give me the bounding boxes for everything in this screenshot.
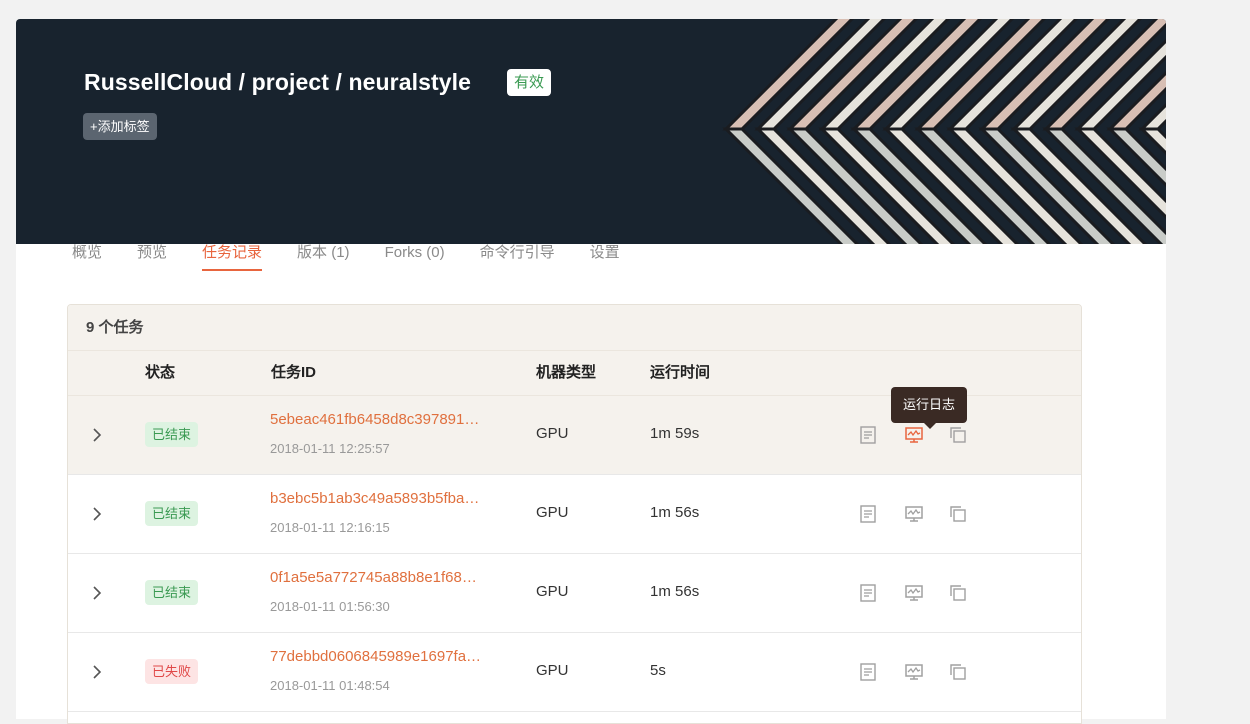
copy-icon[interactable]	[948, 583, 968, 603]
document-icon[interactable]	[858, 504, 878, 524]
monitor-log-icon[interactable]	[904, 425, 924, 445]
monitor-log-icon[interactable]	[904, 583, 924, 603]
document-icon[interactable]	[858, 425, 878, 445]
status-badge: 已失败	[145, 659, 199, 684]
add-tag-button[interactable]: +添加标签	[83, 113, 157, 140]
tab-overview[interactable]: 概览	[72, 243, 102, 271]
tab-task-records[interactable]: 任务记录	[202, 243, 263, 271]
table-row[interactable]: 已失败 77debbd0606845989e1697fa… 2018-01-11…	[68, 633, 1081, 712]
status-badge: 有效	[507, 69, 552, 96]
status-badge: 已结束	[145, 501, 199, 526]
task-id-link[interactable]: 5ebeac461fb6458d8c397891…	[270, 411, 479, 428]
copy-icon[interactable]	[948, 662, 968, 682]
project-header-banner: RussellCloud / project / neuralstyle 有效 …	[16, 19, 1166, 244]
task-timestamp: 2018-01-11 01:48:54	[270, 678, 390, 693]
tab-forks[interactable]: Forks (0)	[385, 243, 445, 271]
task-id-link[interactable]: 0f1a5e5a772745a88b8e1f68…	[270, 569, 477, 586]
column-header-task-id: 任务ID	[271, 364, 317, 381]
monitor-log-icon[interactable]	[904, 662, 924, 682]
monitor-log-icon[interactable]	[904, 504, 924, 524]
run-time: 1m 56s	[650, 504, 700, 521]
task-table-panel: 9 个任务 状态 任务ID 机器类型 运行时间 已结束 5ebeac461fb6…	[67, 304, 1082, 724]
chevron-right-icon[interactable]	[90, 584, 104, 602]
task-timestamp: 2018-01-11 12:16:15	[270, 520, 390, 535]
run-time: 1m 59s	[650, 425, 700, 442]
run-log-tooltip: 运行日志	[891, 387, 967, 429]
architecture-background-image	[722, 19, 1166, 244]
project-title: RussellCloud / project / neuralstyle	[84, 69, 472, 95]
run-time: 5s	[650, 662, 666, 679]
task-count-heading: 9 个任务	[68, 305, 1081, 351]
machine-type: GPU	[536, 583, 569, 600]
run-time: 1m 56s	[650, 583, 700, 600]
project-tabs: 概览 预览 任务记录 版本 (1) Forks (0) 命令行引导 设置	[72, 243, 620, 273]
task-id-link[interactable]: 77debbd0606845989e1697fa…	[270, 648, 481, 665]
task-timestamp: 2018-01-11 12:25:57	[270, 441, 390, 456]
column-header-machine-type: 机器类型	[536, 364, 597, 381]
task-id-link[interactable]: b3ebc5b1ab3c49a5893b5fba…	[270, 490, 479, 507]
machine-type: GPU	[536, 425, 569, 442]
machine-type: GPU	[536, 662, 569, 679]
chevron-right-icon[interactable]	[90, 505, 104, 523]
status-badge: 已结束	[145, 580, 199, 605]
tab-versions[interactable]: 版本 (1)	[297, 243, 350, 271]
tab-settings[interactable]: 设置	[590, 243, 620, 271]
machine-type: GPU	[536, 504, 569, 521]
copy-icon[interactable]	[948, 504, 968, 524]
status-badge: 已结束	[145, 422, 199, 447]
document-icon[interactable]	[858, 583, 878, 603]
tab-preview[interactable]: 预览	[137, 243, 167, 271]
document-icon[interactable]	[858, 662, 878, 682]
copy-icon[interactable]	[948, 425, 968, 445]
chevron-right-icon[interactable]	[90, 663, 104, 681]
tab-cli-guide[interactable]: 命令行引导	[480, 243, 555, 271]
chevron-right-icon[interactable]	[90, 426, 104, 444]
table-row[interactable]: 已结束 0f1a5e5a772745a88b8e1f68… 2018-01-11…	[68, 554, 1081, 633]
column-header-runtime: 运行时间	[650, 364, 711, 381]
task-timestamp: 2018-01-11 01:56:30	[270, 599, 390, 614]
column-header-status: 状态	[145, 364, 176, 381]
table-row[interactable]: 已结束 b3ebc5b1ab3c49a5893b5fba… 2018-01-11…	[68, 475, 1081, 554]
